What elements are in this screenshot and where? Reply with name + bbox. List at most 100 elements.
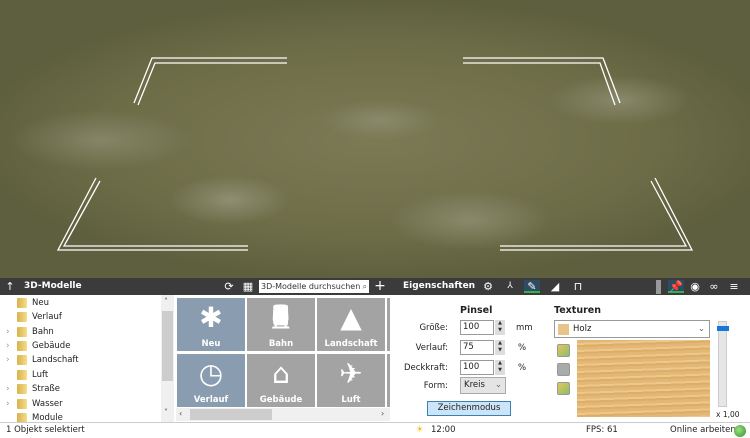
online-status[interactable]: Online arbeiten [670, 423, 736, 438]
falloff-stepper[interactable]: ▲ ▼ [495, 340, 505, 355]
train-icon: 🚆 [267, 305, 295, 330]
expand-chevron-icon[interactable]: › [6, 339, 10, 353]
size-input[interactable]: 100 [460, 320, 494, 335]
category-tiles: ✱ Neu 🚆 Bahn ▲ Landschaft ◷ Verlauf ⌂ Gebäude… [176, 295, 390, 408]
texture-value: Holz [573, 324, 592, 334]
brush-icon[interactable]: ✎ [524, 280, 540, 293]
properties-panel-title: Eigenschaften [403, 281, 476, 291]
tree-item-label: Straße [32, 384, 61, 394]
tiles-scrollbar[interactable]: ‹ › [176, 408, 390, 421]
tile-gebaeude[interactable]: ⌂ Gebäude [247, 354, 315, 407]
remove-texture-icon[interactable] [557, 363, 570, 376]
chevron-down-icon: ⌄ [697, 324, 705, 334]
folder-new-icon [17, 298, 27, 308]
refresh-icon[interactable]: ⟳ [221, 280, 237, 293]
add-icon[interactable]: + [372, 279, 388, 293]
brush-heading: Pinsel [460, 305, 493, 316]
shape-label: Form: [423, 381, 448, 391]
sun-icon[interactable]: ☀ [416, 423, 424, 438]
models-search-input[interactable]: 3D-Modelle durchsuchen ⌕ [259, 280, 369, 293]
pin-icon[interactable]: 📌 [668, 280, 684, 293]
search-icon[interactable]: ⌕ [363, 280, 367, 293]
3d-viewport[interactable] [0, 0, 750, 278]
tree-item-label: Verlauf [32, 312, 62, 322]
panel-splitter[interactable] [656, 280, 661, 294]
texture-select[interactable]: Holz ⌄ [554, 320, 710, 338]
tile-label: Gebäude [259, 395, 303, 405]
menu-icon[interactable]: ≡ [726, 280, 742, 293]
expand-chevron-icon[interactable]: › [6, 353, 10, 367]
tree-item-label: Neu [32, 298, 49, 308]
link-icon[interactable]: ∞ [706, 280, 722, 293]
globe-icon[interactable] [734, 425, 746, 437]
texture-scale-value: x 1,00 [716, 410, 740, 419]
tile-label: Luft [341, 395, 361, 405]
slider-thumb[interactable] [717, 326, 729, 331]
scroll-thumb[interactable] [190, 409, 272, 420]
gear-icon[interactable]: ⚙ [480, 280, 496, 293]
grid-view-icon[interactable]: ▦ [240, 280, 256, 293]
properties-toolbar: Eigenschaften ⚙ ⅄ ✎ ◢ ⊓ 📌 ◉ ∞ ≡ [390, 278, 750, 295]
time-display[interactable]: 12:00 [431, 423, 456, 438]
size-stepper[interactable]: ▲ ▼ [495, 320, 505, 335]
expand-chevron-icon[interactable]: › [6, 397, 10, 411]
falloff-unit: % [518, 343, 527, 353]
opacity-stepper[interactable]: ▲ ▼ [495, 360, 505, 375]
asterisk-icon: ✱ [199, 301, 223, 334]
falloff-label: Verlauf: [415, 343, 448, 353]
eye-icon[interactable]: ◉ [687, 280, 703, 293]
selection-status: 1 Objekt selektiert [6, 425, 85, 435]
scroll-left-icon[interactable]: ‹ [179, 409, 182, 418]
tree-item-label: Module [32, 413, 63, 422]
texture-scale-slider[interactable] [717, 321, 729, 407]
textures-heading: Texturen [554, 305, 601, 316]
models-tree: Neu Verlauf › Bahn › Gebäude › Landschaft L… [0, 295, 160, 422]
tree-scrollbar[interactable]: ˄ ˅ [161, 295, 174, 422]
tile-neu[interactable]: ✱ Neu [177, 298, 245, 351]
tile-luft[interactable]: ✈ Luft [317, 354, 385, 407]
search-placeholder: 3D-Modelle durchsuchen [261, 282, 361, 291]
edit-texture-icon[interactable] [557, 382, 570, 395]
falloff-input[interactable]: 75 [460, 340, 494, 355]
folder-icon [17, 370, 27, 380]
tree-item-label: Gebäude [32, 341, 71, 351]
opacity-unit: % [518, 363, 527, 373]
folder-icon [17, 355, 27, 365]
texture-preview [577, 340, 710, 417]
draw-mode-button[interactable]: Zeichenmodus [427, 401, 511, 416]
folder-icon [17, 341, 27, 351]
up-arrow-icon[interactable]: ↑ [2, 280, 18, 293]
folder-icon [17, 399, 27, 409]
size-label: Größe: [419, 323, 448, 333]
status-bar: 1 Objekt selektiert ☀ 12:00 FPS: 61 Onli… [0, 422, 750, 438]
texture-swatch [558, 324, 569, 335]
tree-item-label: Landschaft [32, 355, 79, 365]
tile-bahn[interactable]: 🚆 Bahn [247, 298, 315, 351]
add-texture-icon[interactable] [557, 344, 570, 357]
models-panel-title: 3D-Modelle [24, 281, 82, 291]
scroll-thumb[interactable] [162, 311, 173, 381]
shape-select[interactable]: Kreis ⌄ [460, 377, 506, 394]
scroll-down-icon[interactable]: ˅ [164, 408, 168, 417]
scroll-right-icon[interactable]: › [381, 409, 384, 418]
opacity-input[interactable]: 100 [460, 360, 494, 375]
airplane-icon: ✈ [339, 357, 363, 390]
house-icon: ⌂ [272, 357, 290, 390]
axes-icon[interactable]: ⅄ [502, 280, 518, 293]
tile-label: Landschaft [324, 339, 378, 349]
terrain-icon[interactable]: ◢ [547, 280, 563, 293]
folder-icon [17, 413, 27, 422]
tunnel-icon[interactable]: ⊓ [570, 280, 586, 293]
terrain-selection-frame [56, 57, 694, 251]
tile-label: Bahn [268, 339, 294, 349]
folder-icon [17, 384, 27, 394]
scroll-up-icon[interactable]: ˄ [164, 297, 168, 306]
clock-icon: ◷ [198, 357, 224, 390]
folder-history-icon [17, 312, 27, 322]
tile-landschaft[interactable]: ▲ Landschaft [317, 298, 385, 351]
tile-verlauf[interactable]: ◷ Verlauf [177, 354, 245, 407]
expand-chevron-icon[interactable]: › [6, 325, 10, 339]
expand-chevron-icon[interactable]: › [6, 382, 10, 396]
tree-icon: ▲ [340, 301, 362, 334]
tree-item-label: Luft [32, 370, 49, 380]
